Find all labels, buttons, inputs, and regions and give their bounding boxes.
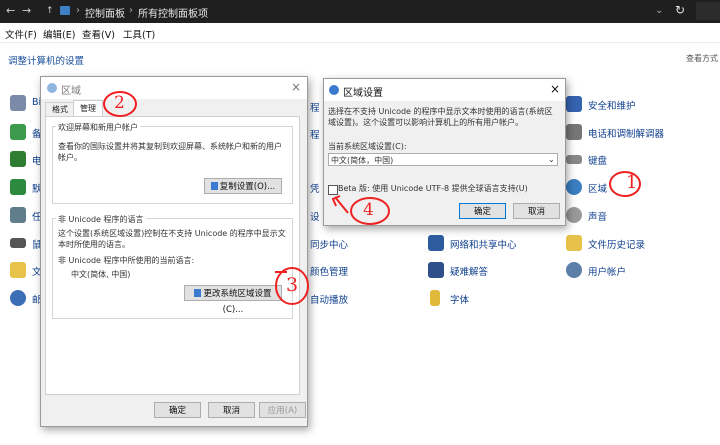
annotation-arrow xyxy=(331,195,349,214)
annotation-3: 3 xyxy=(286,274,299,296)
annotation-2: 2 xyxy=(114,93,125,113)
annotation-layer xyxy=(103,91,641,305)
annotation-1: 1 xyxy=(626,172,638,193)
annotation-4: 4 xyxy=(363,200,374,220)
